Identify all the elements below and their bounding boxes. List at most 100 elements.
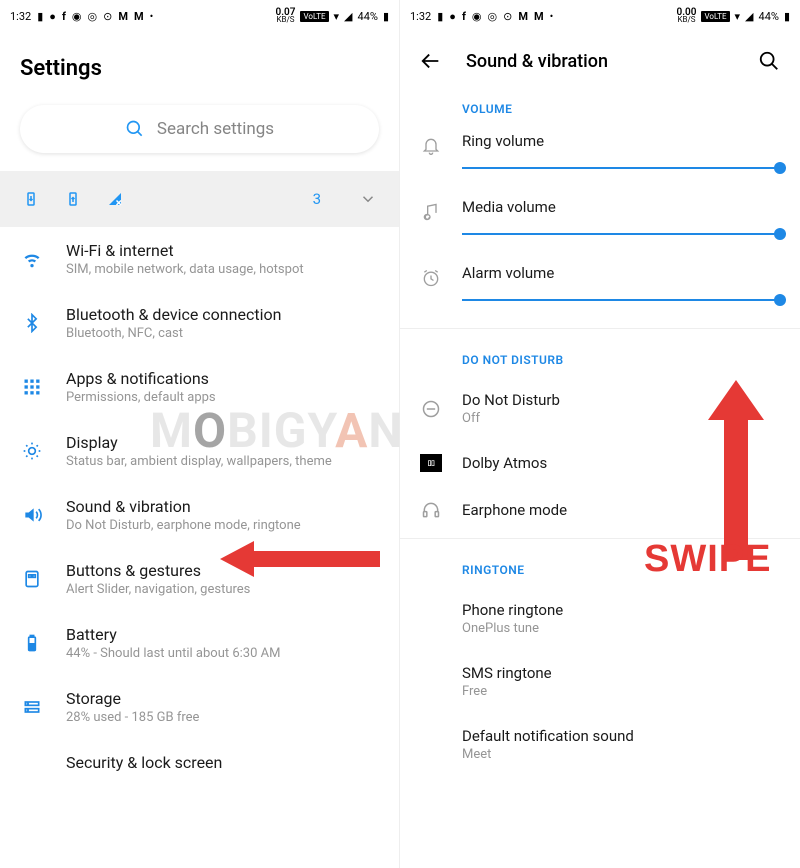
search-icon[interactable]	[758, 50, 780, 72]
bluetooth-icon	[22, 313, 42, 333]
item-sub: Status bar, ambient display, wallpapers,…	[66, 454, 379, 469]
item-sub: Alert Slider, navigation, gestures	[66, 582, 379, 597]
suggestions-count: 3	[313, 190, 321, 208]
section-volume: VOLUME	[400, 78, 800, 126]
item-default-notification[interactable]: Default notification sound Meet	[400, 713, 800, 776]
item-sub: Off	[462, 411, 780, 426]
search-settings[interactable]: Search settings	[20, 105, 379, 153]
item-earphone-mode[interactable]: Earphone mode	[400, 486, 800, 534]
item-title: Earphone mode	[462, 501, 780, 519]
settings-screen: 1:32 ▮ ● f ◉ ◎ ⊙ M M • 0.07KB/S VoLTE ▾ …	[0, 0, 400, 868]
apps-icon	[22, 377, 42, 397]
item-sms-ringtone[interactable]: SMS ringtone Free	[400, 650, 800, 713]
ring-volume-row: Ring volume	[400, 126, 800, 192]
messenger-icon: ◉	[72, 10, 82, 23]
media-volume-slider[interactable]	[462, 228, 780, 240]
item-storage[interactable]: Storage 28% used - 185 GB free	[0, 675, 399, 739]
volume-label: Alarm volume	[462, 264, 780, 282]
app-icon-m1: M	[118, 10, 128, 23]
item-battery[interactable]: Battery 44% - Should last until about 6:3…	[0, 611, 399, 675]
data-speed: 0.00KB/S	[677, 9, 697, 23]
messenger-icon: ◉	[472, 10, 482, 23]
bell-icon	[421, 136, 441, 156]
buttons-icon	[22, 569, 42, 589]
battery-icon: ▮	[383, 10, 389, 23]
app-bar: Sound & vibration	[400, 28, 800, 78]
suggestions-bar[interactable]: 3	[0, 171, 399, 227]
item-security[interactable]: Security & lock screen	[0, 739, 399, 774]
app-icon: ⊙	[103, 10, 112, 23]
item-title: Storage	[66, 689, 379, 708]
item-title: Default notification sound	[462, 727, 780, 745]
headphones-icon	[421, 500, 441, 520]
wifi-icon: ▾	[735, 10, 741, 23]
storage-icon	[22, 697, 42, 717]
battery-percent: 44%	[358, 10, 378, 23]
item-sound-vibration[interactable]: Sound & vibration Do Not Disturb, earphon…	[0, 483, 399, 547]
item-display[interactable]: Display Status bar, ambient display, wall…	[0, 419, 399, 483]
brightness-icon	[22, 441, 42, 461]
battery-status-icon: ▮	[437, 10, 443, 23]
item-title: Wi-Fi & internet	[66, 241, 379, 260]
battery-icon	[22, 633, 42, 653]
battery-down-icon	[22, 190, 40, 208]
instagram-icon: ◎	[487, 10, 497, 23]
item-title: Dolby Atmos	[462, 454, 780, 472]
item-bluetooth[interactable]: Bluetooth & device connectionBluetooth, …	[0, 291, 399, 355]
volume-label: Ring volume	[462, 132, 780, 150]
item-title: Battery	[66, 625, 379, 644]
facebook-icon: f	[462, 10, 466, 23]
status-bar: 1:32 ▮ ● f ◉ ◎ ⊙ M M • 0.07KB/S VoLTE ▾ …	[0, 0, 399, 28]
item-buttons-gestures[interactable]: Buttons & gesturesAlert Slider, navigati…	[0, 547, 399, 611]
dnd-icon	[421, 399, 441, 419]
volte-badge: VoLTE	[300, 11, 328, 22]
item-sub: Do Not Disturb, earphone mode, ringtone	[66, 518, 379, 533]
item-title: SMS ringtone	[462, 664, 780, 682]
dolby-icon: ▯▯	[420, 454, 442, 472]
signal-icon: ◢	[344, 10, 352, 23]
battery-percent: 44%	[759, 10, 779, 23]
sound-icon	[22, 505, 42, 525]
item-wifi-internet[interactable]: Wi-Fi & internetSIM, mobile network, dat…	[0, 227, 399, 291]
item-sub: Free	[462, 684, 780, 699]
chevron-down-icon[interactable]	[359, 190, 377, 208]
item-sub: Meet	[462, 747, 780, 762]
media-volume-row: Media volume	[400, 192, 800, 258]
back-icon[interactable]	[420, 50, 442, 72]
clock: 1:32	[410, 10, 431, 23]
battery-up-icon	[64, 190, 82, 208]
app-icon-m1: M	[518, 10, 528, 23]
item-title: Apps & notifications	[66, 369, 379, 388]
item-sub: Permissions, default apps	[66, 390, 379, 405]
more-icon: •	[550, 10, 554, 23]
item-title: Security & lock screen	[66, 753, 379, 772]
item-title: Do Not Disturb	[462, 391, 780, 409]
item-title: Phone ringtone	[462, 601, 780, 619]
item-do-not-disturb[interactable]: Do Not Disturb Off	[400, 377, 800, 440]
volte-badge: VoLTE	[701, 11, 729, 22]
wifi-icon: ▾	[334, 10, 340, 23]
alarm-volume-row: Alarm volume	[400, 258, 800, 324]
ring-volume-slider[interactable]	[462, 162, 780, 174]
item-phone-ringtone[interactable]: Phone ringtone OnePlus tune	[400, 587, 800, 650]
app-icon-m2: M	[534, 10, 544, 23]
item-sub: OnePlus tune	[462, 621, 780, 636]
volume-label: Media volume	[462, 198, 780, 216]
wifi-icon	[22, 249, 42, 269]
data-speed: 0.07KB/S	[276, 9, 296, 23]
alarm-volume-slider[interactable]	[462, 294, 780, 306]
battery-icon: ▮	[784, 10, 790, 23]
battery-status-icon: ▮	[37, 10, 43, 23]
item-sub: Bluetooth, NFC, cast	[66, 326, 379, 341]
more-icon: •	[150, 10, 154, 23]
signal-off-icon	[106, 190, 124, 208]
item-apps-notifications[interactable]: Apps & notifications Permissions, default…	[0, 355, 399, 419]
item-title: Display	[66, 433, 379, 452]
item-sub: 28% used - 185 GB free	[66, 710, 379, 725]
instagram-icon: ◎	[87, 10, 97, 23]
item-title: Sound & vibration	[66, 497, 379, 516]
item-sub: 44% - Should last until about 6:30 AM	[66, 646, 379, 661]
sound-vibration-screen: 1:32 ▮ ● f ◉ ◎ ⊙ M M • 0.00KB/S VoLTE ▾ …	[400, 0, 800, 868]
item-dolby-atmos[interactable]: ▯▯ Dolby Atmos	[400, 440, 800, 486]
facebook-icon: f	[62, 10, 66, 23]
